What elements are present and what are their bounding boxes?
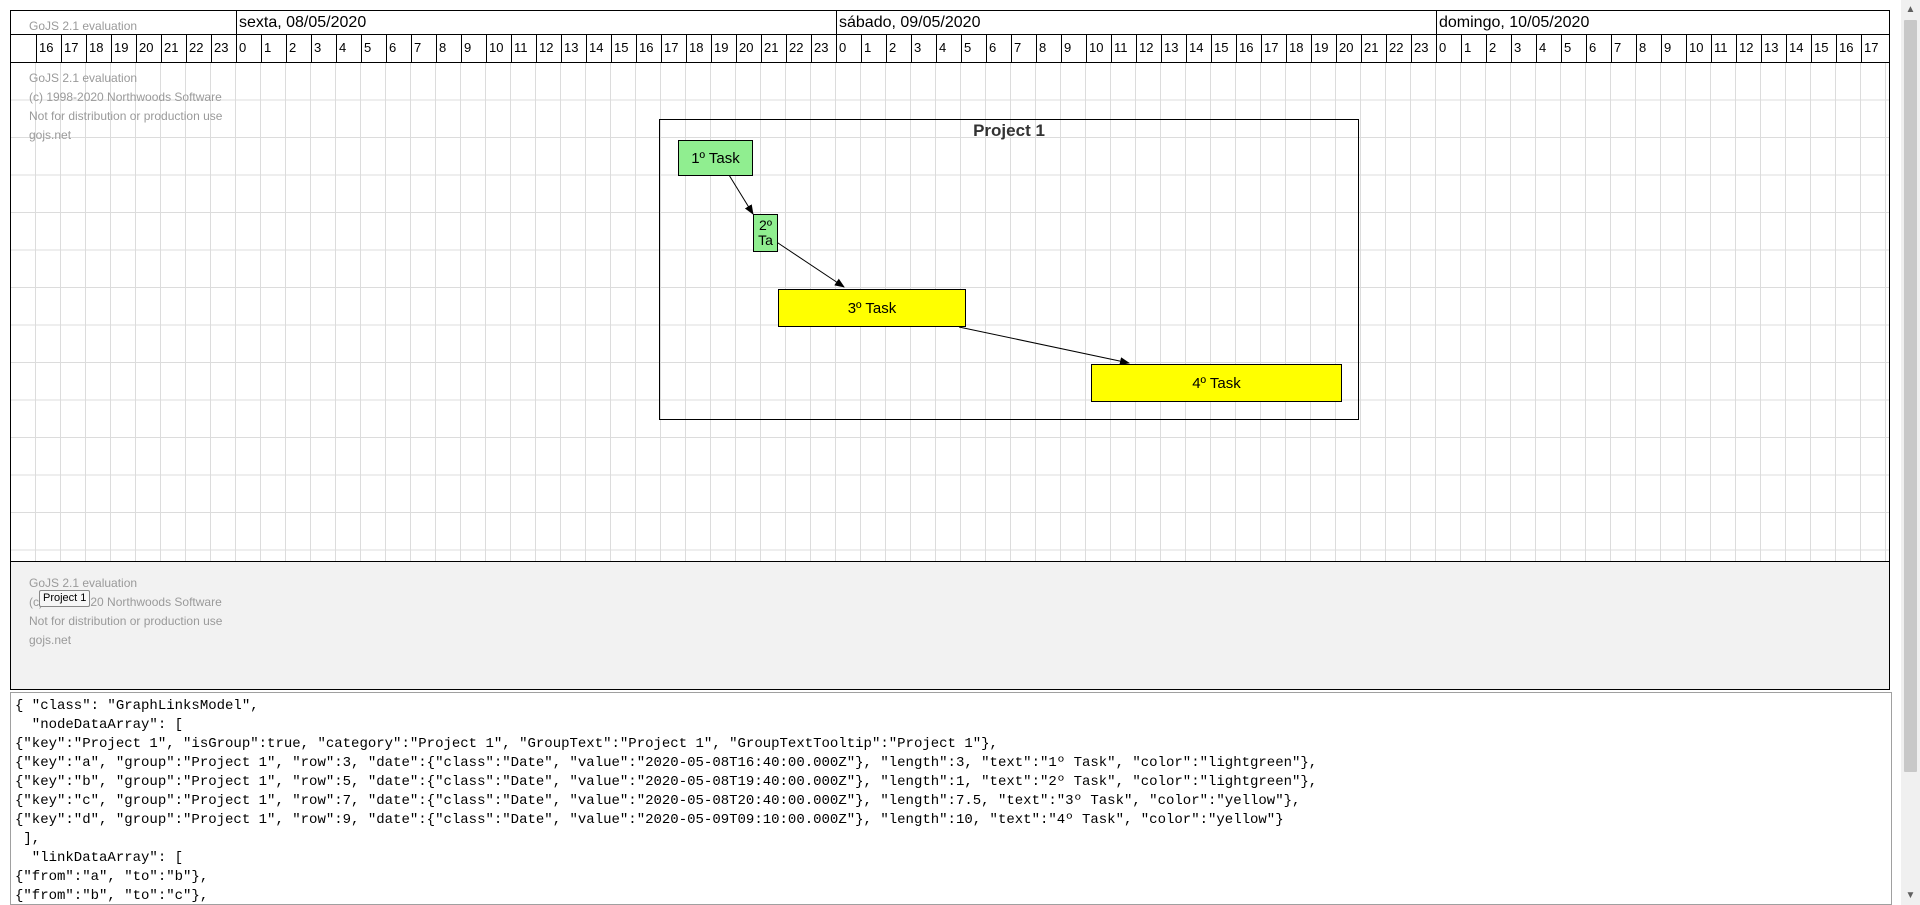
timeline-hour-d3-6: 6	[1586, 35, 1611, 62]
timeline-hour-d1-16: 16	[636, 35, 661, 62]
timeline-hour-d2-17: 17	[1261, 35, 1286, 62]
timeline-hour-lead-23: 23	[211, 35, 236, 62]
timeline-hour-d1-11: 11	[511, 35, 536, 62]
timeline-hour-d3-1: 1	[1461, 35, 1486, 62]
timeline-hour-d3-12: 12	[1736, 35, 1761, 62]
timeline-hour-d3-14: 14	[1786, 35, 1811, 62]
timeline-hour-d3-2: 2	[1486, 35, 1511, 62]
timeline-hour-d2-4: 4	[936, 35, 961, 62]
timeline-hour-d2-5: 5	[961, 35, 986, 62]
overview-group-label[interactable]: Project 1	[39, 590, 91, 607]
timeline-hour-d2-16: 16	[1236, 35, 1261, 62]
overview-watermark-line4: gojs.net	[29, 633, 72, 647]
timeline-hour-d2-0: 0	[836, 35, 861, 62]
timeline-hour-d1-22: 22	[786, 35, 811, 62]
timeline-hour-d3-13: 13	[1761, 35, 1786, 62]
timeline-hour-d3-4: 4	[1536, 35, 1561, 62]
task-c[interactable]: 3º Task	[778, 289, 966, 327]
model-json-textarea[interactable]: { "class": "GraphLinksModel", "nodeDataA…	[10, 692, 1892, 905]
timeline-hour-lead-17: 17	[61, 35, 86, 62]
timeline-hour-d2-21: 21	[1361, 35, 1386, 62]
timeline-hour-lead-20: 20	[136, 35, 161, 62]
timeline-hour-d2-18: 18	[1286, 35, 1311, 62]
timeline-hour-d1-0: 0	[236, 35, 261, 62]
timeline-hour-d2-20: 20	[1336, 35, 1361, 62]
project-group-title: Project 1	[973, 121, 1045, 140]
timeline-hour-d1-13: 13	[561, 35, 586, 62]
timeline-hour-d2-6: 6	[986, 35, 1011, 62]
timeline-hour-d1-6: 6	[386, 35, 411, 62]
scroll-up-icon[interactable]: ▲	[1901, 0, 1920, 19]
overview-watermark-line3: Not for distribution or production use	[29, 614, 223, 628]
timeline-hour-lead-18: 18	[86, 35, 111, 62]
timeline-hour-d2-22: 22	[1386, 35, 1411, 62]
timeline-hour-d2-7: 7	[1011, 35, 1036, 62]
timeline-hour-d1-15: 15	[611, 35, 636, 62]
timeline-hour-d1-17: 17	[661, 35, 686, 62]
scroll-down-icon[interactable]: ▼	[1901, 886, 1920, 905]
timeline-hour-d1-5: 5	[361, 35, 386, 62]
timeline-hour-d3-8: 8	[1636, 35, 1661, 62]
timeline-hour-d2-8: 8	[1036, 35, 1061, 62]
overview-panel[interactable]: GoJS 2.1 evaluation (c) 1998-2020 Northw…	[10, 562, 1890, 690]
timeline-hour-d1-9: 9	[461, 35, 486, 62]
timeline-hour-lead-16: 16	[36, 35, 61, 62]
timeline-hour-d3-15: 15	[1811, 35, 1836, 62]
task-d[interactable]: 4º Task	[1091, 364, 1342, 402]
timeline-hour-d2-10: 10	[1086, 35, 1111, 62]
timeline-hour-d2-13: 13	[1161, 35, 1186, 62]
timeline-hour-d3-9: 9	[1661, 35, 1686, 62]
timeline-day-1: sexta, 08/05/2020	[236, 11, 836, 35]
timeline-hour-d1-18: 18	[686, 35, 711, 62]
timeline-hour-d1-12: 12	[536, 35, 561, 62]
timeline-hour-d1-8: 8	[436, 35, 461, 62]
gantt-diagram[interactable]: sexta, 08/05/2020 sábado, 09/05/2020 dom…	[10, 10, 1890, 562]
timeline-hour-d3-0: 0	[1436, 35, 1461, 62]
timeline-hour-d3-11: 11	[1711, 35, 1736, 62]
task-b[interactable]: 2º Ta	[753, 214, 778, 252]
timeline-hour-d2-19: 19	[1311, 35, 1336, 62]
timeline-hour-d1-14: 14	[586, 35, 611, 62]
task-a[interactable]: 1º Task	[678, 140, 753, 176]
timeline-hour-d1-21: 21	[761, 35, 786, 62]
timeline-hour-d3-17: 17	[1861, 35, 1886, 62]
timeline-hour-d2-14: 14	[1186, 35, 1211, 62]
timeline-leading-day	[11, 11, 236, 35]
timeline-hour-d1-1: 1	[261, 35, 286, 62]
timeline-header: sexta, 08/05/2020 sábado, 09/05/2020 dom…	[11, 11, 1889, 63]
timeline-hour-d2-12: 12	[1136, 35, 1161, 62]
timeline-hour-d1-7: 7	[411, 35, 436, 62]
timeline-hour-d2-15: 15	[1211, 35, 1236, 62]
timeline-hours-row: 16 17 18 19 20 21 22 23 0 1 2 3 4 5 6 7 8 9 10 11 12 13 14 15 16…	[11, 35, 1889, 63]
timeline-hour-d1-23: 23	[811, 35, 836, 62]
timeline-hour-d1-3: 3	[311, 35, 336, 62]
timeline-hour-lead-22: 22	[186, 35, 211, 62]
timeline-hour-d1-19: 19	[711, 35, 736, 62]
timeline-hour-d3-16: 16	[1836, 35, 1861, 62]
timeline-hour-d2-9: 9	[1061, 35, 1086, 62]
timeline-hour-d2-2: 2	[886, 35, 911, 62]
timeline-hour-lead-19: 19	[111, 35, 136, 62]
timeline-hour-d2-11: 11	[1111, 35, 1136, 62]
timeline-day-2: sábado, 09/05/2020	[836, 11, 1436, 35]
timeline-hour-d1-20: 20	[736, 35, 761, 62]
page-scrollbar[interactable]: ▲ ▼	[1901, 0, 1920, 905]
timeline-hour-d2-3: 3	[911, 35, 936, 62]
scrollbar-thumb[interactable]	[1904, 20, 1917, 772]
timeline-hour-d2-1: 1	[861, 35, 886, 62]
timeline-hour-d1-2: 2	[286, 35, 311, 62]
timeline-hour-d3-5: 5	[1561, 35, 1586, 62]
timeline-hour-d2-23: 23	[1411, 35, 1436, 62]
timeline-hour-d1-10: 10	[486, 35, 511, 62]
timeline-hour-d3-10: 10	[1686, 35, 1711, 62]
timeline-hour-d3-7: 7	[1611, 35, 1636, 62]
timeline-hour-d3-3: 3	[1511, 35, 1536, 62]
timeline-hour-lead-21: 21	[161, 35, 186, 62]
timeline-hour-d1-4: 4	[336, 35, 361, 62]
timeline-day-3: domingo, 10/05/2020	[1436, 11, 1889, 35]
